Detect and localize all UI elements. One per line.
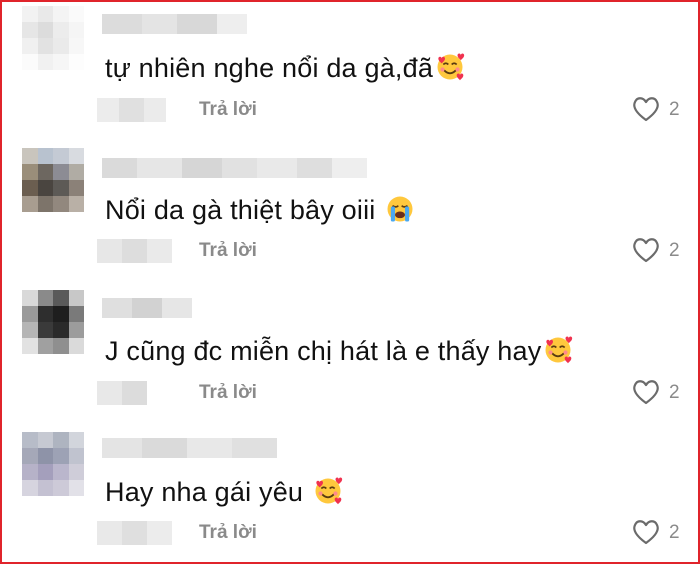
comment-text: J cũng đc miễn chị hát là e thấy hay [105,335,573,367]
heart-icon[interactable] [631,517,661,547]
reply-button[interactable]: Trả lời [199,521,257,545]
smiling-face-with-hearts-icon [437,53,465,81]
heart-icon[interactable] [631,94,661,124]
like-count: 2 [669,382,680,403]
reply-button[interactable]: Trả lời [199,98,257,122]
timestamp-blurred [97,381,147,405]
heart-icon[interactable] [631,235,661,265]
avatar[interactable] [22,148,84,212]
reply-button[interactable]: Trả lời [199,239,257,263]
username-blurred[interactable] [102,298,192,318]
timestamp-blurred [97,98,166,122]
avatar[interactable] [22,290,84,354]
loudly-crying-face-icon [387,196,413,222]
comment-text-content: J cũng đc miễn chị hát là e thấy hay [105,336,542,366]
username-blurred[interactable] [102,158,367,178]
username-blurred[interactable] [102,14,247,34]
smiling-face-with-hearts-icon [545,336,573,364]
comment-list: tự nhiên nghe nổi da gà,đã Trả lời 2 Nổi… [0,0,700,564]
username-blurred[interactable] [102,438,277,458]
comment-text-content: Hay nha gái yêu [105,477,304,507]
comment-text: tự nhiên nghe nổi da gà,đã [105,52,465,84]
comment-text-content: tự nhiên nghe nổi da gà,đã [105,53,434,83]
comment-text-content: Nổi da gà thiệt bây oiii [105,195,376,225]
comment-text: Nổi da gà thiệt bây oiii [105,194,415,226]
avatar[interactable] [22,432,84,496]
timestamp-blurred [97,239,172,263]
avatar[interactable] [22,6,84,70]
timestamp-blurred [97,521,172,545]
heart-icon[interactable] [631,377,661,407]
smiling-face-with-hearts-icon [315,477,343,505]
comment-text: Hay nha gái yêu [105,476,343,508]
like-count: 2 [669,522,680,543]
like-count: 2 [669,99,680,120]
reply-button[interactable]: Trả lời [199,381,257,405]
like-count: 2 [669,240,680,261]
